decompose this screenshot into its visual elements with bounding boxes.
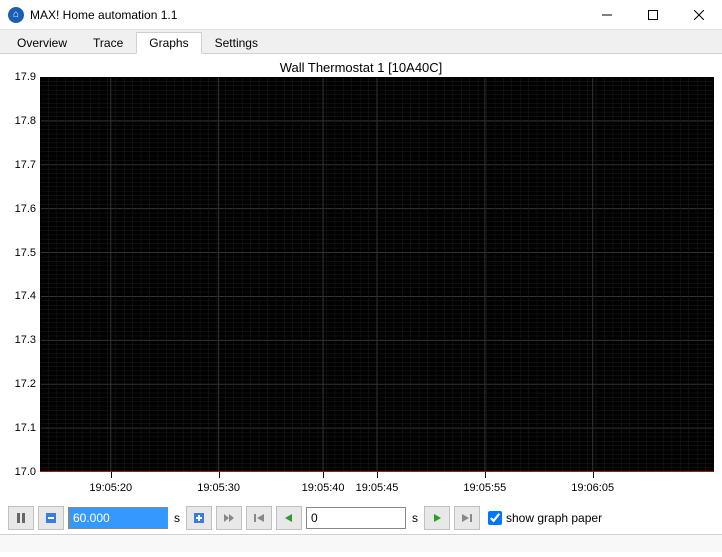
step-forward-button[interactable]: [424, 506, 450, 530]
show-graph-paper-box[interactable]: [488, 511, 502, 525]
y-tick: 17.7: [15, 159, 36, 171]
window-title: MAX! Home automation 1.1: [30, 8, 584, 22]
y-tick: 17.2: [15, 378, 36, 390]
interval-unit: s: [172, 511, 182, 525]
x-tick: 19:05:40: [302, 482, 345, 494]
skip-end-button[interactable]: [454, 506, 480, 530]
minimize-button[interactable]: [584, 0, 630, 30]
y-tick: 17.6: [15, 203, 36, 215]
y-axis: 17.017.117.217.317.417.517.617.717.817.9: [8, 77, 40, 472]
tab-graphs[interactable]: Graphs: [136, 32, 201, 54]
graph-title: Wall Thermostat 1 [10A40C]: [8, 58, 714, 77]
titlebar: ⌂ MAX! Home automation 1.1: [0, 0, 722, 30]
y-tick: 17.5: [15, 247, 36, 259]
x-tick: 19:05:30: [197, 482, 240, 494]
step-back-button[interactable]: [276, 506, 302, 530]
y-tick: 17.4: [15, 290, 36, 302]
plot-container: 17.017.117.217.317.417.517.617.717.817.9: [8, 77, 714, 472]
offset-unit: s: [410, 511, 420, 525]
tab-trace[interactable]: Trace: [80, 32, 136, 53]
x-tick: 19:05:45: [356, 482, 399, 494]
x-axis: 19:05:20 19:05:30 19:05:40 19:05:45 19:05:55…: [40, 472, 714, 502]
footer: [0, 534, 722, 552]
window-controls: [584, 0, 722, 30]
plot[interactable]: [40, 77, 714, 472]
y-tick: 17.1: [15, 422, 36, 434]
zoom-out-button[interactable]: [38, 506, 64, 530]
zoom-in-button[interactable]: [186, 506, 212, 530]
show-graph-paper-checkbox[interactable]: show graph paper: [488, 511, 602, 525]
tab-settings[interactable]: Settings: [202, 32, 271, 53]
tab-overview[interactable]: Overview: [4, 32, 80, 53]
close-button[interactable]: [676, 0, 722, 30]
interval-input[interactable]: [68, 507, 168, 529]
tab-bar: Overview Trace Graphs Settings: [0, 30, 722, 54]
graph-area: Wall Thermostat 1 [10A40C] 17.0 17.1 17.2 1…: [0, 54, 722, 502]
y-tick: 17.9: [15, 71, 36, 83]
y-tick: 17.8: [15, 115, 36, 127]
y-tick: 17.0: [15, 466, 36, 478]
show-graph-paper-label: show graph paper: [506, 511, 602, 525]
fast-forward-button[interactable]: [216, 506, 242, 530]
offset-input[interactable]: [306, 507, 406, 529]
toolbar: s s show graph paper: [0, 502, 722, 534]
skip-start-button[interactable]: [246, 506, 272, 530]
maximize-button[interactable]: [630, 0, 676, 30]
y-tick: 17.3: [15, 334, 36, 346]
app-icon: ⌂: [8, 7, 24, 23]
x-tick: 19:05:55: [463, 482, 506, 494]
x-tick: 19:05:20: [89, 482, 132, 494]
x-tick: 19:06:05: [571, 482, 614, 494]
pause-button[interactable]: [8, 506, 34, 530]
